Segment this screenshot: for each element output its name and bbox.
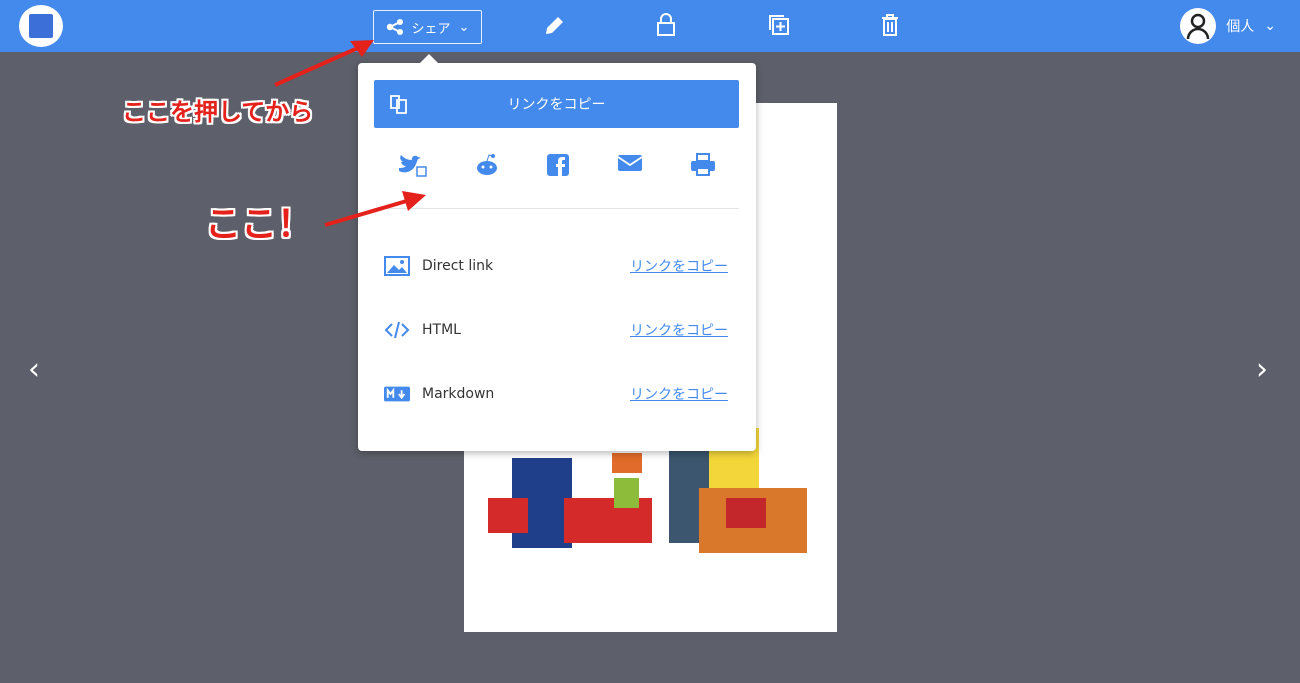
duplicate-icon[interactable] [767,13,791,37]
html-row: HTML リンクをコピー [384,320,728,340]
previous-arrow-icon[interactable]: ‹ [28,352,40,387]
annotation-arrow-icon [274,40,374,87]
share-popover: リンクをコピー Direct link リンクをコピー HTML リンクをコピー… [358,54,756,451]
share-icon [386,19,403,35]
copy-html-link[interactable]: リンクをコピー [630,320,728,340]
markdown-icon [384,386,410,402]
copy-link-label: リンクをコピー [507,97,606,113]
markdown-row: Markdown リンクをコピー [384,384,728,404]
row-label: Direct link [422,258,494,274]
annotation-text: ここを押してから [122,98,314,126]
lock-icon[interactable] [656,13,676,37]
next-arrow-icon[interactable]: › [1256,352,1268,387]
image-icon [384,256,410,276]
share-button[interactable]: シェア ⌄ [373,10,482,44]
twitter-icon[interactable] [397,153,428,177]
code-icon [384,321,410,339]
user-icon [1187,13,1210,40]
facebook-icon[interactable] [546,153,570,177]
direct-link-row: Direct link リンクをコピー [384,256,728,276]
share-label: シェア [411,21,451,37]
trash-icon[interactable] [880,13,900,37]
print-icon[interactable] [690,153,716,177]
copy-icon [390,95,407,114]
email-icon[interactable] [617,153,643,173]
app-logo[interactable] [19,5,63,47]
annotation-arrow-icon [324,191,426,227]
avatar [1180,8,1217,44]
user-menu[interactable]: 個人 ⌄ [1180,8,1276,44]
annotation-text: ここ！ [205,204,314,245]
copy-markdown-link[interactable]: リンクをコピー [630,384,728,404]
chevron-down-icon: ⌄ [458,19,470,35]
top-bar: シェア ⌄ 個人 ⌄ [0,0,1300,52]
row-label: Markdown [422,386,495,402]
copy-direct-link[interactable]: リンクをコピー [630,256,728,276]
pencil-icon[interactable] [543,13,565,37]
copy-link-button[interactable]: リンクをコピー [374,80,739,128]
chevron-down-icon: ⌄ [1264,18,1276,34]
user-label: 個人 [1226,19,1255,35]
reddit-icon[interactable] [474,153,500,177]
row-label: HTML [422,322,461,338]
